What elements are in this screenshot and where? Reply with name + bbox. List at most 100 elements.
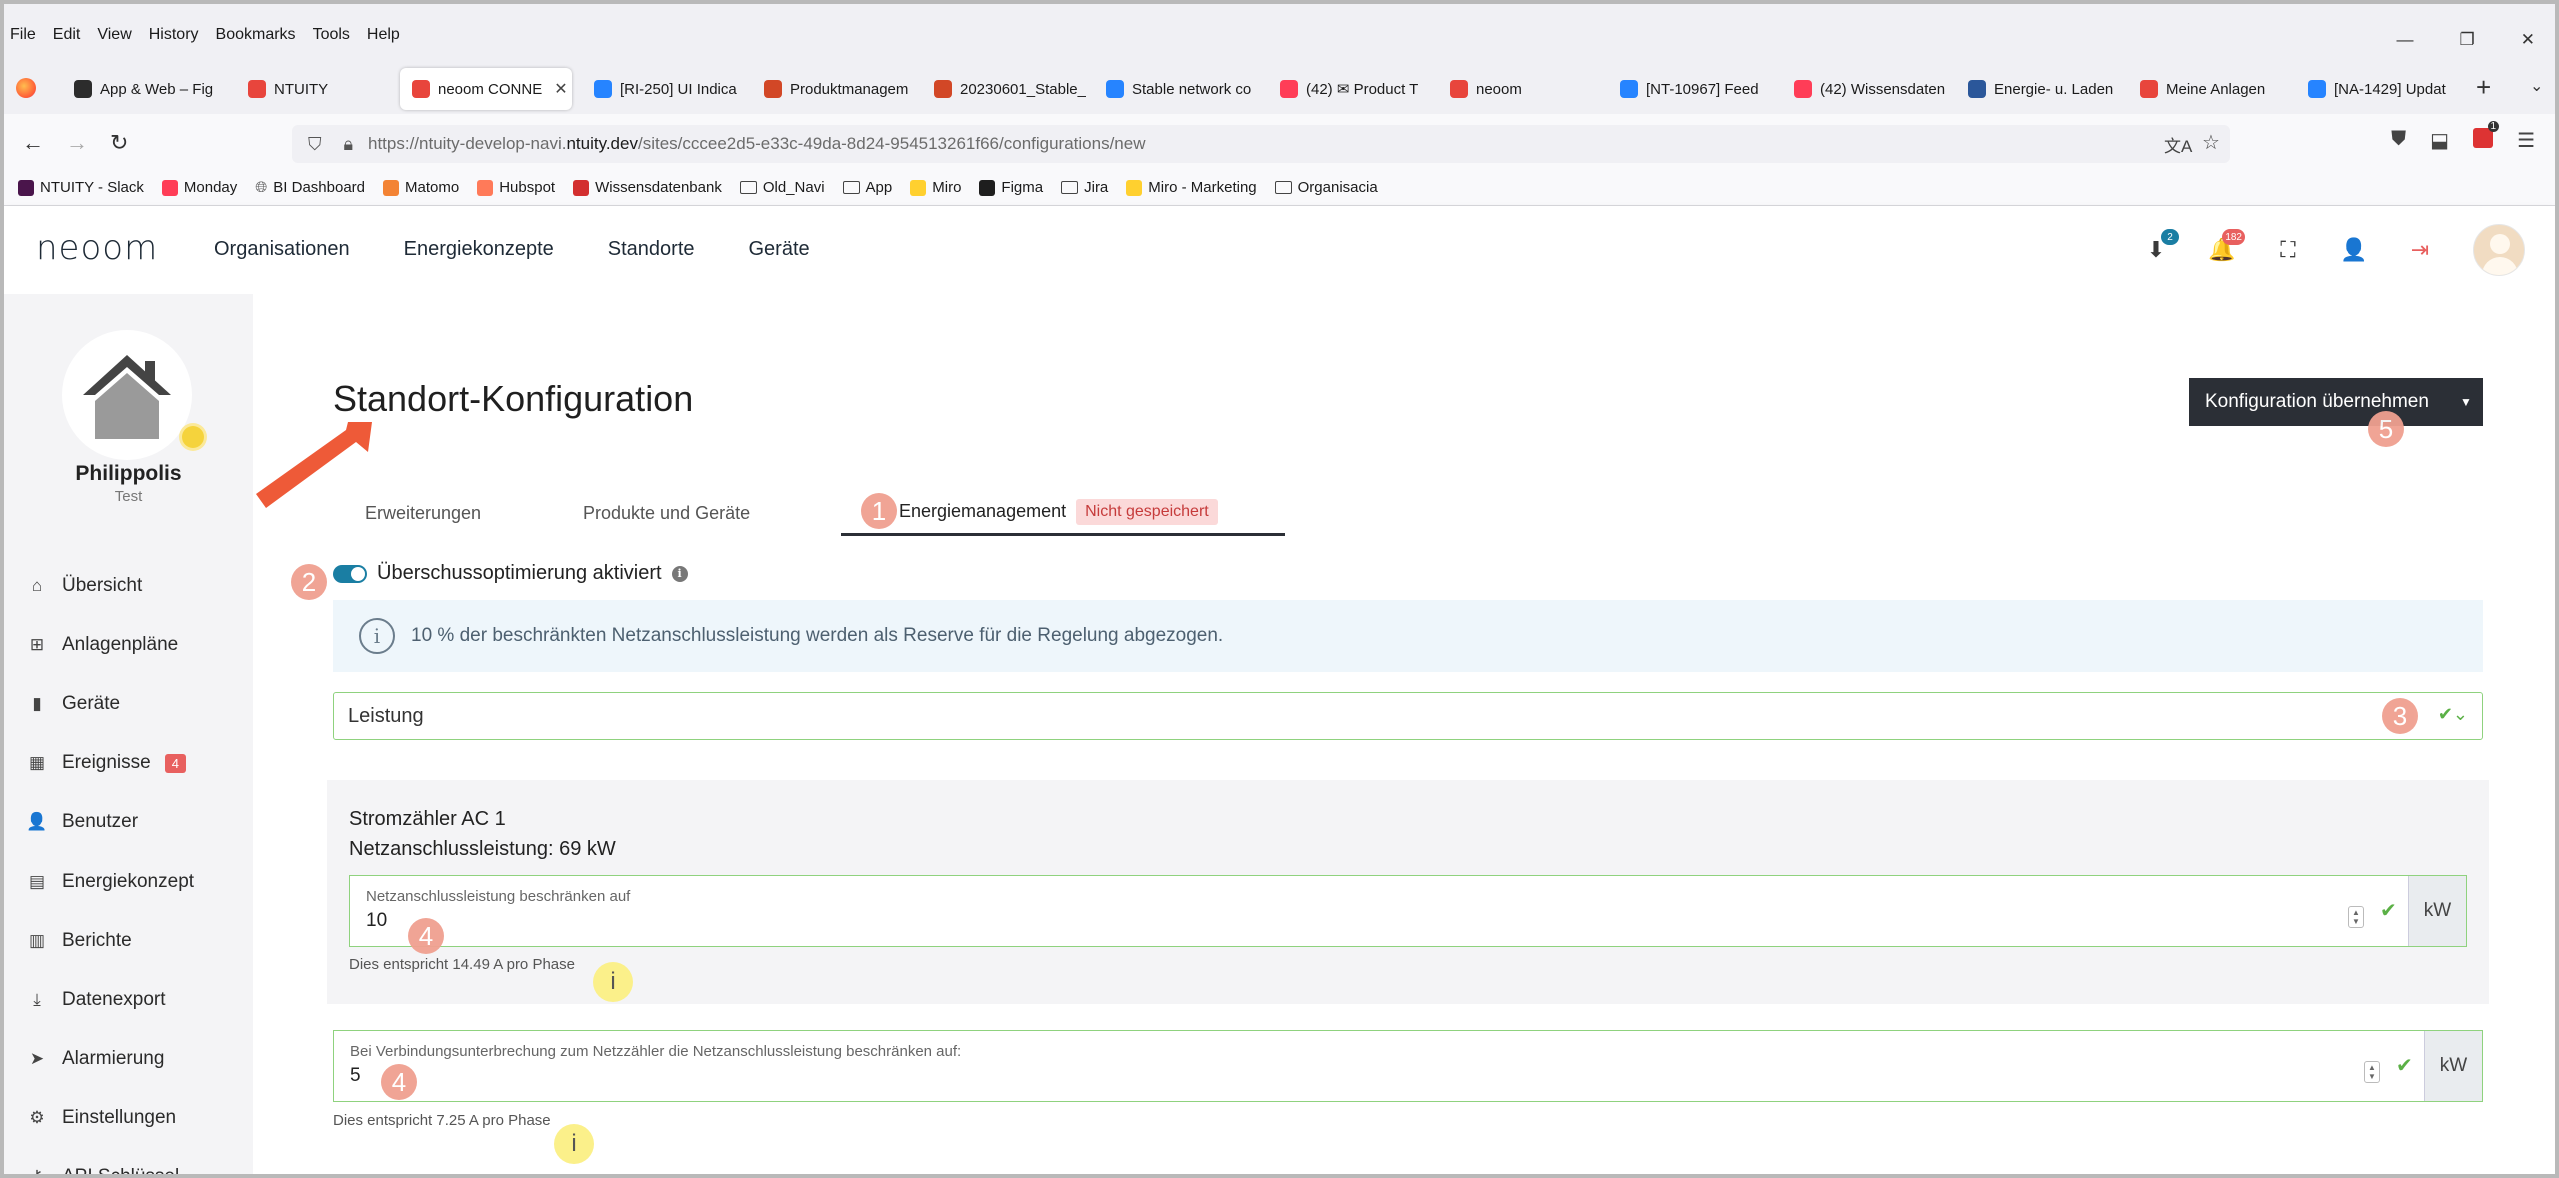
fallback-limit-stepper[interactable]: ▲ ▼: [2364, 1061, 2380, 1083]
logout-icon[interactable]: ⇥: [2407, 237, 2433, 263]
info-icon[interactable]: i: [671, 565, 688, 582]
nav-item[interactable]: Geräte: [749, 238, 810, 261]
sidebar-item-api-schlüssel[interactable]: ⚷ API Schlüssel: [26, 1148, 194, 1178]
close-window-icon[interactable]: ✕: [2521, 30, 2535, 50]
step-marker-4b: 4: [381, 1064, 417, 1100]
bookmark-item[interactable]: Jira: [1061, 179, 1108, 196]
tab-favicon-icon: [934, 80, 952, 98]
bookmark-item[interactable]: App: [842, 179, 892, 196]
tab-title: Stable network co: [1132, 80, 1252, 98]
sidebar-item-alarmierung[interactable]: ➤ Alarmierung: [26, 1030, 194, 1089]
new-tab-button[interactable]: +: [2476, 72, 2491, 103]
menu-view[interactable]: View: [97, 26, 131, 44]
fullscreen-icon[interactable]: ⛶: [2275, 237, 2301, 263]
tab-list-chevron-icon[interactable]: ⌄: [2530, 76, 2543, 96]
bookmark-item[interactable]: Miro - Marketing: [1126, 179, 1257, 196]
translate-icon[interactable]: 文A: [2164, 132, 2192, 157]
download-icon[interactable]: ⬇ 2: [2143, 229, 2179, 263]
sidebar-item-benutzer[interactable]: 👤 Benutzer: [26, 793, 194, 852]
menu-edit[interactable]: Edit: [53, 26, 81, 44]
menu-bookmarks[interactable]: Bookmarks: [216, 26, 296, 44]
menu-history[interactable]: History: [149, 26, 199, 44]
browser-tab[interactable]: neoom: [1438, 68, 1602, 110]
browser-tab[interactable]: 20230601_Stable_: [922, 68, 1086, 110]
pocket-icon[interactable]: ⛊: [2391, 128, 2406, 153]
bookmark-label: Jira: [1084, 179, 1109, 196]
shield-icon[interactable]: ⛉: [308, 134, 322, 155]
extensions-icon[interactable]: ⬓: [2430, 128, 2449, 153]
restore-icon[interactable]: ❐: [2460, 30, 2475, 50]
browser-tab[interactable]: Produktmanagem: [752, 68, 916, 110]
hamburger-menu-icon[interactable]: ☰: [2517, 128, 2535, 153]
browser-tab[interactable]: Energie- u. Laden: [1956, 68, 2122, 110]
bookmark-label: BI Dashboard: [273, 179, 366, 196]
menu-file[interactable]: File: [10, 26, 36, 44]
browser-tab[interactable]: [NA-1429] Updat: [2296, 68, 2446, 110]
sidebar-item-anlagenpläne[interactable]: ⊞ Anlagenpläne: [26, 615, 194, 674]
browser-tab[interactable]: [NT-10967] Feed: [1608, 68, 1776, 110]
nav-item[interactable]: Standorte: [608, 238, 695, 261]
bookmark-item[interactable]: Old_Navi: [739, 179, 825, 196]
browser-tab[interactable]: (42) Wissensdaten: [1782, 68, 1950, 110]
chart-icon: ▥: [28, 930, 46, 950]
browser-tab[interactable]: [RI-250] UI Indica: [582, 68, 746, 110]
user-icon: 👤: [26, 812, 48, 832]
url-bar[interactable]: https://ntuity-develop-navi. ntuity.dev/s…: [292, 125, 2230, 163]
menu-help[interactable]: Help: [367, 26, 400, 44]
back-icon[interactable]: ←: [22, 130, 44, 156]
tab-favicon-icon: [1794, 80, 1812, 98]
user-avatar[interactable]: [2473, 224, 2525, 276]
bookmark-item[interactable]: Wissensdatenbank: [573, 179, 722, 196]
neoom-logo[interactable]: neoom: [36, 228, 158, 268]
export-icon: ⤓: [33, 989, 41, 1009]
bookmark-item[interactable]: Matomo: [383, 179, 459, 196]
tab-produkte-und-geraete[interactable]: Produkte und Geräte: [583, 490, 750, 536]
browser-tab[interactable]: Meine Anlagen: [2128, 68, 2290, 110]
bell-icon[interactable]: 🔔 182: [2208, 229, 2245, 263]
browser-tab[interactable]: NTUITY: [236, 68, 394, 110]
control-mode-select[interactable]: Leistung ✔⌄: [333, 692, 2483, 740]
tab-erweiterungen[interactable]: Erweiterungen: [365, 490, 481, 536]
sidebar-item-berichte[interactable]: ▥ Berichte: [26, 911, 194, 970]
forward-icon[interactable]: →: [66, 130, 88, 156]
lock-icon[interactable]: 🔒︎: [344, 134, 354, 155]
user-secret-icon[interactable]: 👤: [2340, 237, 2367, 263]
bookmark-item[interactable]: Monday: [161, 179, 237, 196]
sidebar-item-label: API Schlüssel: [62, 1166, 180, 1178]
sidebar-item-label: Energiekonzept: [62, 870, 195, 892]
menu-tools[interactable]: Tools: [313, 26, 350, 44]
minimize-icon[interactable]: —: [2397, 30, 2414, 50]
reload-icon[interactable]: ↻: [110, 130, 128, 156]
bookmark-star-icon[interactable]: ☆: [2202, 130, 2220, 155]
extension-badge-icon[interactable]: 1: [2473, 121, 2500, 148]
bookmark-label: Wissensdatenbank: [595, 179, 722, 196]
close-tab-icon[interactable]: ✕: [554, 79, 567, 99]
nav-item[interactable]: Energiekonzepte: [404, 238, 554, 261]
sidebar-item-datenexport[interactable]: ⤓ Datenexport: [26, 970, 194, 1029]
grid-limit-stepper[interactable]: ▲ ▼: [2348, 906, 2364, 928]
caret-down-icon[interactable]: ▼: [2449, 378, 2483, 426]
apply-configuration-button[interactable]: Konfiguration übernehmen ▼: [2189, 378, 2483, 426]
firefox-icon[interactable]: [16, 78, 36, 98]
sidebar-item-geräte[interactable]: ▮ Geräte: [26, 674, 194, 733]
browser-tab[interactable]: Stable network co: [1094, 68, 1262, 110]
bookmark-item[interactable]: 🌐︎ BI Dashboard: [255, 179, 365, 196]
sidebar-item-energiekonzept[interactable]: ▤ Energiekonzept: [26, 852, 194, 911]
surplus-optimization-toggle[interactable]: [333, 564, 367, 583]
tab-energiemanagement[interactable]: Energiemanagement Nicht gespeichert: [841, 490, 1285, 536]
browser-tab[interactable]: (42) ✉ Product T: [1268, 68, 1432, 110]
bookmark-item[interactable]: Hubspot: [477, 179, 555, 196]
bookmark-item[interactable]: Miro: [910, 179, 961, 196]
nav-item[interactable]: Organisationen: [214, 238, 350, 261]
sidebar-item-ereignisse[interactable]: ▦ Ereignisse 4: [26, 734, 194, 793]
bookmark-label: Miro: [932, 179, 962, 196]
sidebar-item-einstellungen[interactable]: ⚙ Einstellungen: [26, 1089, 194, 1148]
bookmark-item[interactable]: Organisacia: [1274, 179, 1378, 196]
browser-tab[interactable]: App & Web – Fig: [62, 68, 232, 110]
folder-icon: [1061, 181, 1079, 194]
bookmark-favicon-icon: [383, 179, 400, 196]
sidebar-item-übersicht[interactable]: ⌂ Übersicht: [26, 556, 194, 615]
bookmark-item[interactable]: Figma: [979, 179, 1043, 196]
browser-tab[interactable]: neoom CONNE ✕: [400, 68, 572, 110]
bookmark-item[interactable]: NTUITY - Slack: [18, 179, 144, 196]
